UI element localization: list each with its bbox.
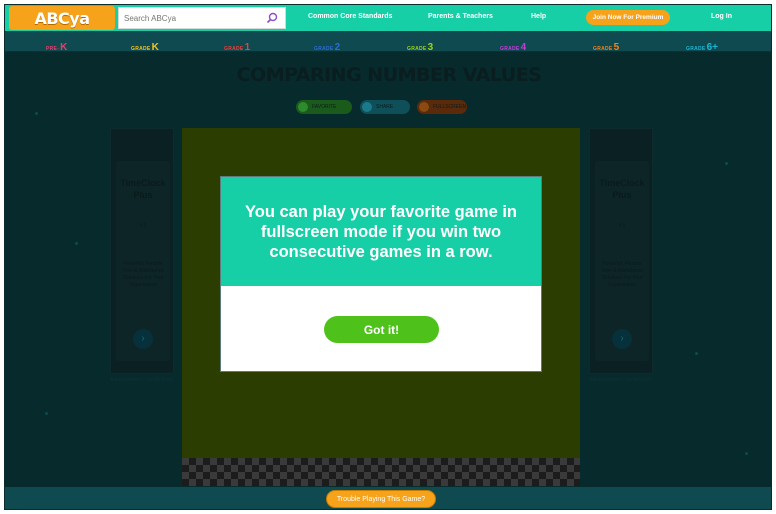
ad-arrow-icon[interactable]: ›	[133, 329, 153, 349]
search-box[interactable]	[118, 7, 286, 29]
game-title: COMPARING NUMBER VALUES	[236, 64, 542, 86]
ad-title: TimeClock Plus	[120, 178, 166, 200]
bottom-bar: Trouble Playing This Game?	[5, 487, 771, 509]
got-it-button[interactable]: Got it!	[324, 316, 439, 343]
nav-help[interactable]: Help	[531, 13, 546, 20]
abcya-logo[interactable]: ABCya	[9, 6, 115, 30]
left-ad-panel[interactable]: TimeClock Plus 4.5 Powerful, Flexible Ti…	[110, 128, 174, 374]
nav-common-core[interactable]: Common Core Standards	[308, 13, 392, 20]
login-link[interactable]: Log In	[711, 13, 732, 20]
search-icon[interactable]	[266, 12, 278, 24]
favorite-button[interactable]: FAVORITE	[296, 100, 352, 114]
ad-caption[interactable]: Advertisement | Go Ad-Free!	[110, 377, 173, 383]
share-label: SHARE	[376, 104, 394, 110]
background-dot	[45, 412, 48, 415]
checkered-floor	[182, 458, 580, 486]
background-dot	[695, 352, 698, 355]
ad-text: Powerful, Flexible Time & Attendance Sol…	[600, 261, 644, 288]
fullscreen-button[interactable]: FULLSCREEN	[417, 100, 467, 114]
grade-nav-bar: PRE-K GRADEK GRADE1 GRADE2 GRADE3 GRADE4…	[5, 31, 771, 53]
join-premium-button[interactable]: Join Now For Premium	[586, 10, 670, 25]
background-dot	[725, 162, 728, 165]
ad-caption[interactable]: Advertisement | Go Ad-Free!	[589, 377, 652, 383]
ad-arrow-icon[interactable]: ›	[612, 329, 632, 349]
fullscreen-icon	[419, 102, 429, 112]
background-dot	[745, 452, 748, 455]
trouble-playing-button[interactable]: Trouble Playing This Game?	[326, 490, 436, 508]
browser-viewport: ABCya Common Core Standards Parents & Te…	[4, 4, 772, 510]
fullscreen-info-modal: You can play your favorite game in fulls…	[220, 176, 542, 372]
share-button[interactable]: SHARE	[360, 100, 410, 114]
fullscreen-label: FULLSCREEN	[433, 104, 467, 110]
ad-rating: 4.5	[139, 223, 147, 229]
star-icon	[298, 102, 308, 112]
search-input[interactable]	[119, 13, 259, 23]
ad-title: TimeClock Plus	[599, 178, 645, 200]
background-dot	[75, 242, 78, 245]
logo-text: ABCya	[34, 8, 90, 28]
modal-header: You can play your favorite game in fulls…	[221, 177, 541, 286]
modal-message: You can play your favorite game in fulls…	[244, 202, 518, 261]
ad-card: TimeClock Plus 4.5 Powerful, Flexible Ti…	[116, 161, 170, 361]
nav-parents-teachers[interactable]: Parents & Teachers	[428, 13, 493, 20]
top-nav-bar: ABCya Common Core Standards Parents & Te…	[5, 5, 771, 31]
background-dot	[35, 112, 38, 115]
ad-card: TimeClock Plus 4.5 Powerful, Flexible Ti…	[595, 161, 649, 361]
ad-text: Powerful, Flexible Time & Attendance Sol…	[121, 261, 165, 288]
ad-rating: 4.5	[618, 223, 626, 229]
right-ad-panel[interactable]: TimeClock Plus 4.5 Powerful, Flexible Ti…	[589, 128, 653, 374]
share-icon	[362, 102, 372, 112]
favorite-label: FAVORITE	[312, 104, 337, 110]
